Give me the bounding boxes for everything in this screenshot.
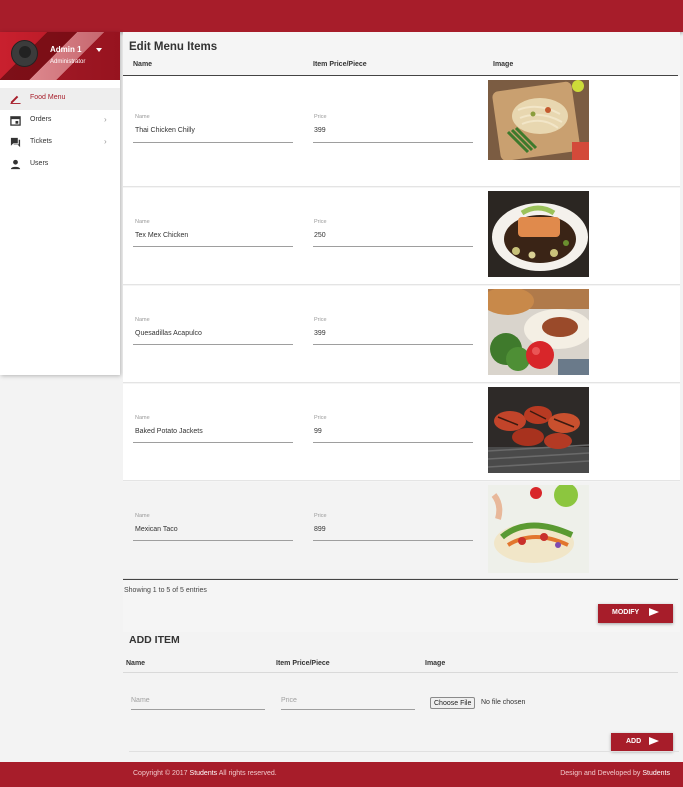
sidebar-item-tickets[interactable]: Tickets › [0,132,120,154]
add-column-header-name: Name [126,660,146,667]
file-status: No file chosen [481,699,526,706]
footer-brand-link[interactable]: Students [190,770,218,777]
name-field-label: Name [135,415,150,421]
user-name: Admin 1 [50,45,82,54]
price-field-underline [313,442,473,443]
chevron-right-icon: › [104,115,107,124]
sidebar-item-label: Orders [30,116,52,123]
send-icon [649,608,659,616]
credit-brand-link[interactable]: Students [642,770,670,777]
price-field-label: Price [314,219,327,225]
price-field[interactable]: 899 [314,526,326,533]
calendar-icon [10,116,21,126]
name-field[interactable]: Quesadillas Acapulco [135,330,202,337]
modify-button[interactable]: MODIFY [598,604,673,623]
column-header-price: Item Price/Piece [313,61,367,68]
price-field[interactable]: 399 [314,330,326,337]
table-row: Name Quesadillas Acapulco Price 399 [123,286,680,383]
food-image[interactable] [488,80,589,160]
name-field[interactable]: Baked Potato Jackets [135,428,203,435]
footer: Copyright © 2017 Students All rights res… [0,762,683,787]
choose-file-button[interactable]: Choose File [430,697,476,709]
add-column-header-price: Item Price/Piece [276,660,330,667]
table-row: Name Tex Mex Chicken Price 250 [123,188,680,285]
table-row: Name Mexican Taco Price 899 [123,482,680,579]
copyright-text: Copyright © 2017 Students All rights res… [133,770,277,777]
chat-icon [10,137,21,148]
price-field-label: Price [314,114,327,120]
food-image[interactable] [488,289,589,375]
sidebar-item-orders[interactable]: Orders › [0,110,120,132]
user-panel[interactable]: Admin 1 Administrator [0,32,120,80]
name-field[interactable]: Mexican Taco [135,526,178,533]
name-field-label: Name [135,219,150,225]
modify-button-label: MODIFY [612,609,640,616]
sidebar: Admin 1 Administrator Food Menu Orders ›… [0,32,120,375]
food-image[interactable] [488,387,589,473]
add-button-label: ADD [626,738,642,745]
add-header-divider [123,672,678,673]
name-field-label: Name [135,513,150,519]
person-icon [10,159,21,170]
chevron-right-icon: › [104,137,107,146]
page-title: Edit Menu Items [129,41,218,53]
name-field-underline [133,142,293,143]
table-row: Name Thai Chicken Chilly Price 399 [123,76,680,187]
top-app-bar [0,0,683,32]
name-field[interactable]: Tex Mex Chicken [135,232,188,239]
food-image[interactable] [488,485,589,573]
add-button[interactable]: ADD [611,733,673,751]
send-icon [649,737,659,745]
food-image[interactable] [488,191,589,277]
price-field-label: Price [314,317,327,323]
sidebar-item-users[interactable]: Users [0,154,120,176]
name-field-label: Name [135,317,150,323]
name-field-underline [133,540,293,541]
credit-text: Design and Developed by Students [560,770,670,777]
credit-prefix: Design and Developed by [560,770,641,777]
add-form-divider [129,751,679,752]
name-field-underline [133,246,293,247]
entries-info: Showing 1 to 5 of 5 entries [124,587,207,594]
add-item-title: ADD ITEM [129,634,180,646]
name-field-label: Name [135,114,150,120]
sidebar-item-label: Users [30,160,49,167]
column-header-name: Name [133,61,153,68]
sidebar-item-food-menu[interactable]: Food Menu [0,88,120,110]
sidebar-item-label: Tickets [30,138,52,145]
user-role: Administrator [50,59,86,65]
price-field-underline [313,246,473,247]
sidebar-item-label: Food Menu [30,94,66,101]
price-field-underline [313,540,473,541]
copyright-suffix: All rights reserved. [218,770,277,777]
price-field[interactable]: 399 [314,127,326,134]
name-field[interactable]: Thai Chicken Chilly [135,127,195,134]
pencil-icon [10,95,21,104]
column-header-image: Image [493,61,514,68]
price-field-underline [313,142,473,143]
new-item-name-input[interactable] [131,692,265,710]
name-field-underline [133,442,293,443]
table-footer-divider [123,579,678,580]
avatar[interactable] [11,40,38,67]
copyright-prefix: Copyright © 2017 [133,770,188,777]
price-field-label: Price [314,513,327,519]
name-field-underline [133,344,293,345]
caret-down-icon[interactable] [96,48,102,52]
price-field-label: Price [314,415,327,421]
add-column-header-image: Image [425,660,446,667]
new-item-price-input[interactable] [281,692,415,710]
price-field[interactable]: 99 [314,428,322,435]
price-field[interactable]: 250 [314,232,326,239]
table-row: Name Baked Potato Jackets Price 99 [123,384,680,481]
price-field-underline [313,344,473,345]
